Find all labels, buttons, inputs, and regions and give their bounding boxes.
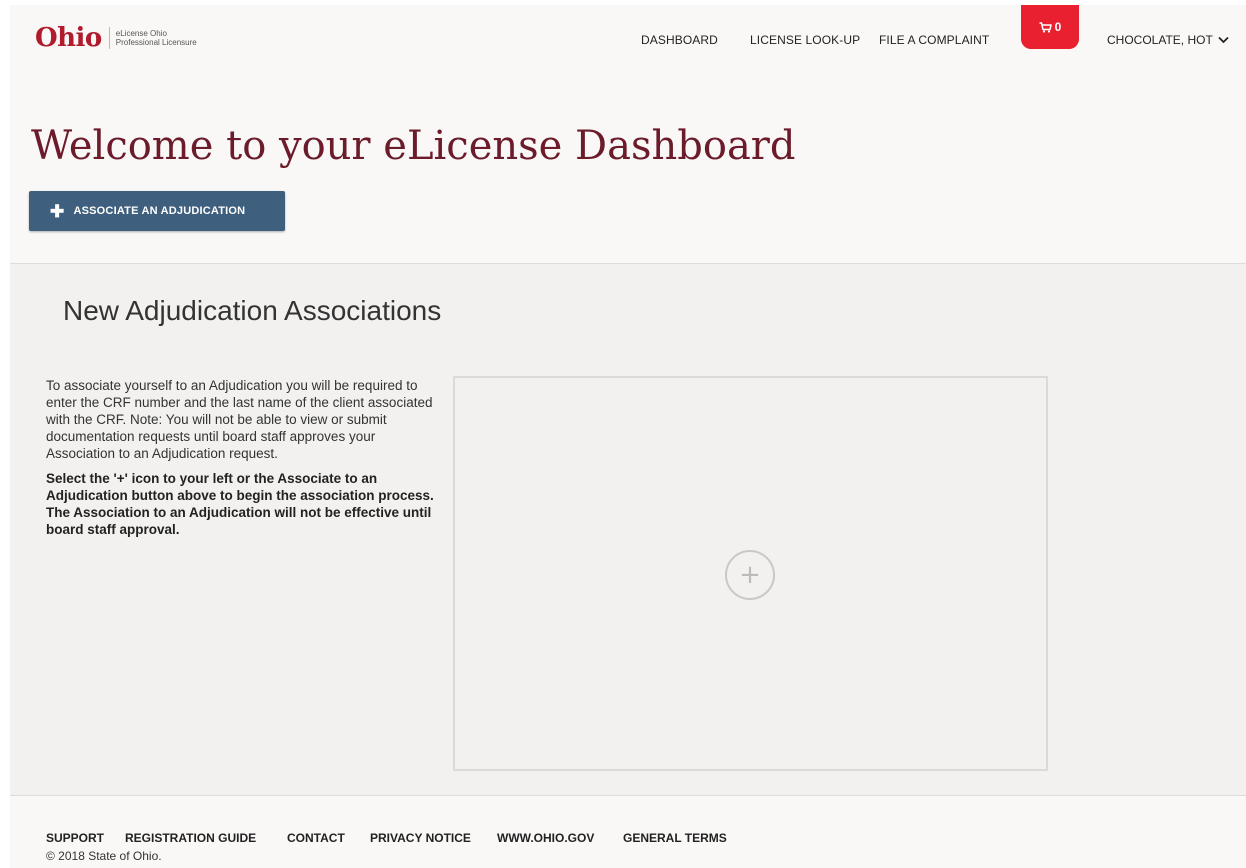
plus-circle-icon[interactable]: +: [725, 550, 775, 600]
cart-button[interactable]: 0: [1021, 5, 1079, 49]
footer-link-registration-guide[interactable]: REGISTRATION GUIDE: [125, 831, 256, 845]
description-text: To associate yourself to an Adjudication…: [46, 378, 433, 461]
section-title: New Adjudication Associations: [63, 295, 442, 326]
logo-wordmark: Ohio: [35, 23, 102, 53]
copyright: © 2018 State of Ohio.: [46, 849, 162, 863]
associate-button-label: ASSOCIATE AN ADJUDICATION: [73, 205, 246, 217]
user-name: CHOCOLATE, HOT: [1107, 33, 1213, 47]
logo-divider: [108, 27, 110, 49]
footer-link-general-terms[interactable]: GENERAL TERMS: [623, 831, 727, 845]
nav-license-lookup[interactable]: LICENSE LOOK-UP: [750, 33, 860, 47]
site-header: Ohio eLicense Ohio Professional Licensur…: [10, 5, 1246, 80]
plus-icon: ✚: [50, 201, 65, 221]
page-title: Welcome to your eLicense Dashboard: [31, 123, 796, 169]
adjudication-section: New Adjudication Associations To associa…: [10, 264, 1246, 795]
logo-subtitle: eLicense Ohio Professional Licensure: [116, 29, 197, 47]
logo-sub-line1: eLicense Ohio: [115, 29, 167, 38]
page: Ohio eLicense Ohio Professional Licensur…: [10, 5, 1246, 868]
cart-icon: [1039, 21, 1052, 33]
ohio-logo[interactable]: Ohio eLicense Ohio Professional Licensur…: [35, 23, 197, 53]
add-association-card[interactable]: +: [453, 376, 1048, 771]
nav-dashboard[interactable]: DASHBOARD: [641, 33, 718, 47]
footer-divider: [10, 795, 1246, 796]
cart-count: 0: [1054, 20, 1062, 34]
footer-link-support[interactable]: SUPPORT: [46, 831, 104, 845]
instruction-text: Select the '+' icon to your left or the …: [46, 471, 434, 537]
chevron-down-icon: [1218, 33, 1229, 47]
user-menu[interactable]: CHOCOLATE, HOT: [1107, 33, 1229, 47]
footer-link-ohio-gov[interactable]: WWW.OHIO.GOV: [497, 831, 594, 845]
footer-link-contact[interactable]: CONTACT: [287, 831, 345, 845]
section-description: To associate yourself to an Adjudication…: [46, 377, 436, 546]
logo-sub-line2: Professional Licensure: [115, 38, 197, 47]
nav-file-complaint[interactable]: FILE A COMPLAINT: [879, 33, 989, 47]
associate-adjudication-button[interactable]: ✚ ASSOCIATE AN ADJUDICATION: [29, 191, 285, 231]
footer-link-privacy-notice[interactable]: PRIVACY NOTICE: [370, 831, 471, 845]
